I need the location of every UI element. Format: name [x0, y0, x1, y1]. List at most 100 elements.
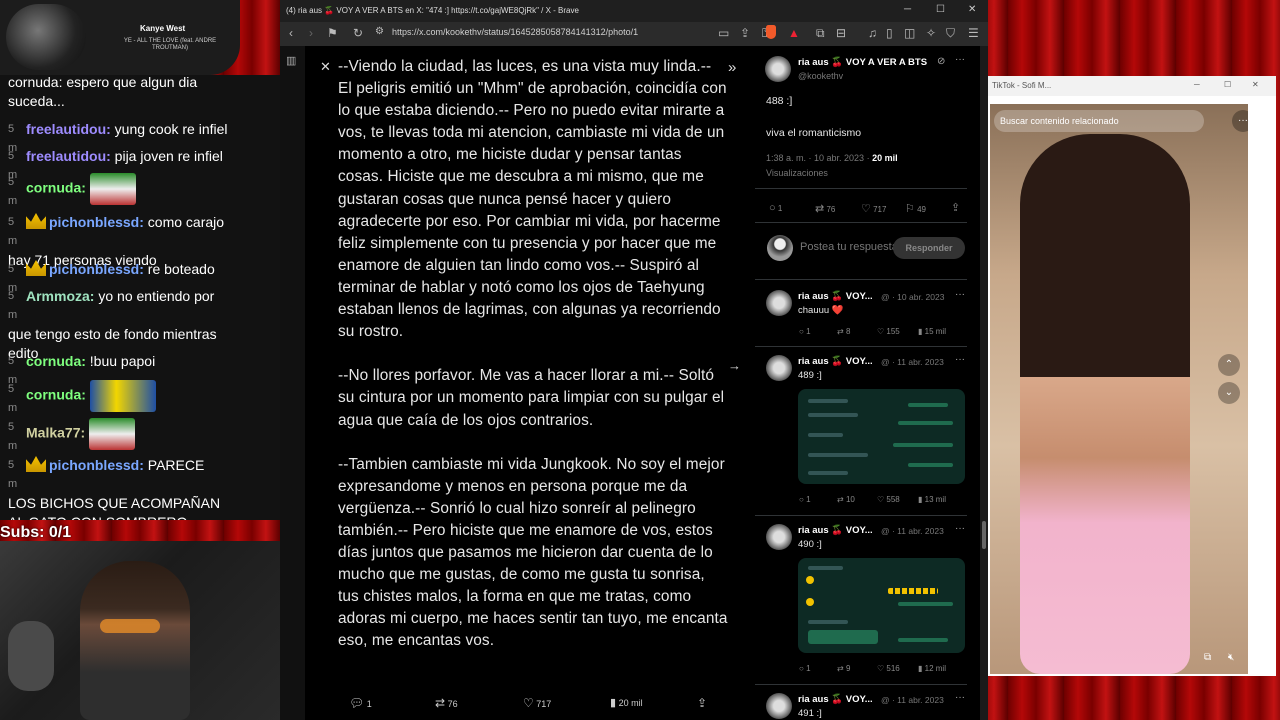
avatar[interactable]	[766, 355, 792, 381]
author-name[interactable]: ria aus 🍒 VOY A VER A BTS	[798, 57, 927, 68]
pip-icon[interactable]: ⧉	[1204, 652, 1211, 663]
share-icon[interactable]: ⇪	[697, 696, 707, 710]
bookmark-icon: ⚐	[905, 203, 915, 215]
repost-action[interactable]: ⇄ 9	[837, 664, 850, 673]
more-icon[interactable]: ···	[955, 54, 965, 65]
author-handle[interactable]: @kookethv	[798, 71, 843, 81]
tab-icon[interactable]: ⊟	[836, 26, 846, 40]
chat-username[interactable]: pichonblessd:	[49, 261, 144, 277]
minimize-button[interactable]: ─	[904, 4, 911, 15]
reply-button[interactable]: Responder	[893, 237, 965, 259]
more-icon[interactable]: ···	[955, 289, 965, 300]
maximize-button[interactable]: ☐	[936, 4, 945, 15]
scrollbar[interactable]	[980, 46, 988, 720]
post-date[interactable]: @ · 11 abr. 2023	[881, 526, 944, 536]
avatar[interactable]	[765, 56, 791, 82]
chat-username[interactable]: Malka77:	[26, 425, 85, 441]
expand-icon[interactable]: »	[728, 59, 736, 76]
chat-username[interactable]: pichonblessd:	[49, 214, 144, 230]
share-icon[interactable]: ⇪	[740, 26, 750, 40]
previous-video-icon[interactable]: ⌃	[1218, 354, 1240, 376]
post-date[interactable]: @ · 11 abr. 2023	[881, 695, 944, 705]
views-action[interactable]: ▮ 20 mil	[610, 696, 643, 709]
chat-username[interactable]: Armmoza:	[26, 288, 94, 304]
back-icon[interactable]: ‹	[289, 26, 293, 40]
tweet-time[interactable]: 1:38 a. m. · 10 abr. 2023 ·	[766, 153, 870, 163]
views-action[interactable]: ▮ 12 mil	[918, 664, 946, 673]
reply-action[interactable]: ○ 1	[799, 327, 811, 336]
chat-username[interactable]: pichonblessd:	[49, 457, 144, 473]
grok-icon[interactable]: ⊘	[937, 56, 945, 67]
vpn-icon[interactable]: ⛉	[946, 26, 955, 41]
chat-username[interactable]: cornuda:	[26, 353, 86, 369]
repost-action[interactable]: ⇄ 8	[837, 327, 850, 336]
like-action[interactable]: ♡ 717	[523, 696, 551, 710]
avatar[interactable]	[766, 290, 792, 316]
tiktok-search-input[interactable]: Buscar contenido relacionado	[994, 110, 1204, 132]
author-name[interactable]: ria aus 🍒 VOY...	[798, 694, 873, 705]
address-bar[interactable]: https://x.com/kookethv/status/1645285058…	[392, 27, 638, 37]
extensions-icon[interactable]: ⧉	[816, 26, 825, 41]
close-icon[interactable]: ✕	[320, 59, 331, 75]
reply-action[interactable]: ○ 1	[769, 202, 782, 214]
scrollbar-thumb[interactable]	[982, 521, 986, 549]
more-icon[interactable]: ···	[955, 354, 965, 365]
mute-icon[interactable]: 🔇︎	[1228, 652, 1234, 663]
avatar[interactable]	[766, 693, 792, 719]
reload-icon[interactable]: ↻	[353, 26, 363, 40]
tiktok-window-title: TikTok - Sofi M...	[992, 81, 1052, 90]
like-action[interactable]: ♡ 516	[877, 664, 900, 673]
reply-action[interactable]: ○ 1	[799, 664, 811, 673]
close-window-button[interactable]: ✕	[968, 4, 976, 15]
next-video-icon[interactable]: ⌄	[1218, 382, 1240, 404]
bookmark-icon[interactable]: ⚑	[327, 26, 338, 40]
menu-icon[interactable]: ☰	[968, 26, 979, 40]
chat-username[interactable]: cornuda:	[26, 180, 86, 196]
avatar[interactable]	[766, 524, 792, 550]
more-icon[interactable]: ···	[1232, 110, 1248, 132]
rewards-icon[interactable]: ▲	[788, 26, 800, 40]
album-art	[6, 4, 86, 70]
cast-icon[interactable]: ▭	[718, 26, 729, 40]
sidebar-icon[interactable]: ▯	[886, 26, 893, 40]
chat-screenshot-image[interactable]	[798, 389, 965, 484]
reply-input[interactable]: Postea tu respuesta	[800, 241, 898, 253]
divider	[755, 222, 967, 223]
repost-action[interactable]: ⇄ 76	[435, 696, 458, 710]
chat-username[interactable]: freelautidou:	[26, 148, 111, 164]
post-date[interactable]: @ · 11 abr. 2023	[881, 357, 944, 367]
more-icon[interactable]: ···	[955, 692, 965, 703]
close-window-button[interactable]: ✕	[1252, 80, 1259, 89]
like-action[interactable]: ♡ 558	[877, 495, 900, 504]
views-action[interactable]: ▮ 13 mil	[918, 495, 946, 504]
author-name[interactable]: ria aus 🍒 VOY...	[798, 525, 873, 536]
more-icon[interactable]: ···	[955, 523, 965, 534]
forward-icon[interactable]: ›	[309, 26, 313, 40]
share-icon[interactable]: ⇪	[951, 201, 960, 214]
bookmark-action[interactable]: ⚐ 49	[905, 202, 926, 215]
tiktok-video[interactable]: Buscar contenido relacionado ··· ⌃ ⌄ ⧉ 🔇…	[990, 104, 1248, 674]
story-text-image: --Viendo la ciudad, las luces, es una vi…	[338, 58, 728, 650]
brave-shield-icon[interactable]	[766, 25, 776, 39]
leo-icon[interactable]: ✧	[926, 26, 936, 40]
chat-username[interactable]: freelautidou:	[26, 121, 111, 137]
reply-action[interactable]: 💬︎ 1	[349, 696, 372, 710]
like-action[interactable]: ♡ 155	[877, 327, 900, 336]
reply-action[interactable]: ○ 1	[799, 495, 811, 504]
chat-username[interactable]: cornuda:	[26, 387, 86, 403]
post-date[interactable]: @ · 10 abr. 2023	[881, 292, 944, 302]
minimize-button[interactable]: ─	[1194, 80, 1200, 89]
music-icon[interactable]: ♫	[868, 26, 877, 40]
chat-screenshot-image[interactable]	[798, 558, 965, 653]
site-info-icon[interactable]: ⚙	[375, 26, 384, 37]
maximize-button[interactable]: ☐	[1224, 80, 1231, 89]
sidebar-toggle-icon[interactable]: ▥	[286, 54, 296, 67]
like-action[interactable]: ♡ 717	[861, 202, 886, 215]
views-action[interactable]: ▮ 15 mil	[918, 327, 946, 336]
next-arrow-icon[interactable]: →	[728, 358, 741, 373]
author-name[interactable]: ria aus 🍒 VOY...	[798, 356, 873, 367]
author-name[interactable]: ria aus 🍒 VOY...	[798, 291, 873, 302]
repost-action[interactable]: ⇄ 10	[837, 495, 855, 504]
profile-icon[interactable]: ◫	[904, 26, 915, 40]
repost-action[interactable]: ⇄ 76	[815, 202, 835, 215]
